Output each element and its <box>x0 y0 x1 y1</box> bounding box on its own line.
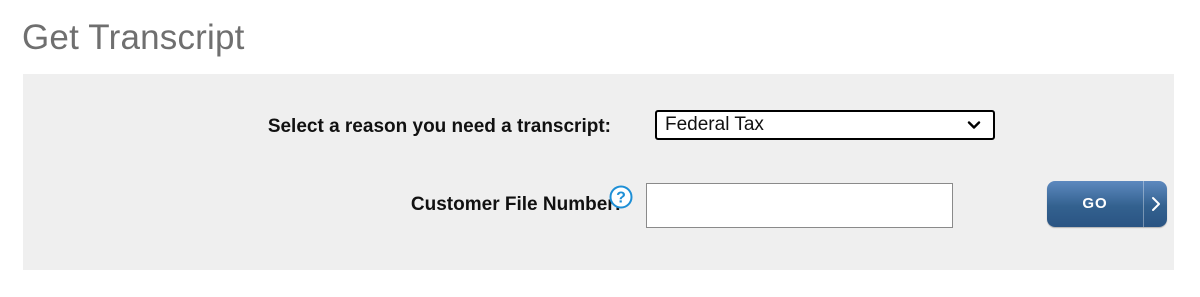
customer-file-number-input[interactable] <box>646 183 953 228</box>
go-button-label: GO <box>1082 195 1108 212</box>
question-circle-icon[interactable]: ? <box>609 185 633 209</box>
chevron-down-icon <box>967 121 981 129</box>
reason-label: Select a reason you need a transcript: <box>267 116 611 137</box>
page-title: Get Transcript <box>22 18 245 57</box>
transcript-form-panel: Select a reason you need a transcript: F… <box>23 74 1174 270</box>
reason-select-value: Federal Tax <box>665 114 764 135</box>
reason-select[interactable]: Federal Tax <box>655 110 995 140</box>
svg-text:?: ? <box>616 190 626 207</box>
go-button[interactable]: GO <box>1047 181 1167 227</box>
get-transcript-page: Get Transcript Select a reason you need … <box>0 0 1200 297</box>
customer-file-number-label: Customer File Number: <box>410 194 621 215</box>
chevron-right-icon <box>1144 181 1167 227</box>
